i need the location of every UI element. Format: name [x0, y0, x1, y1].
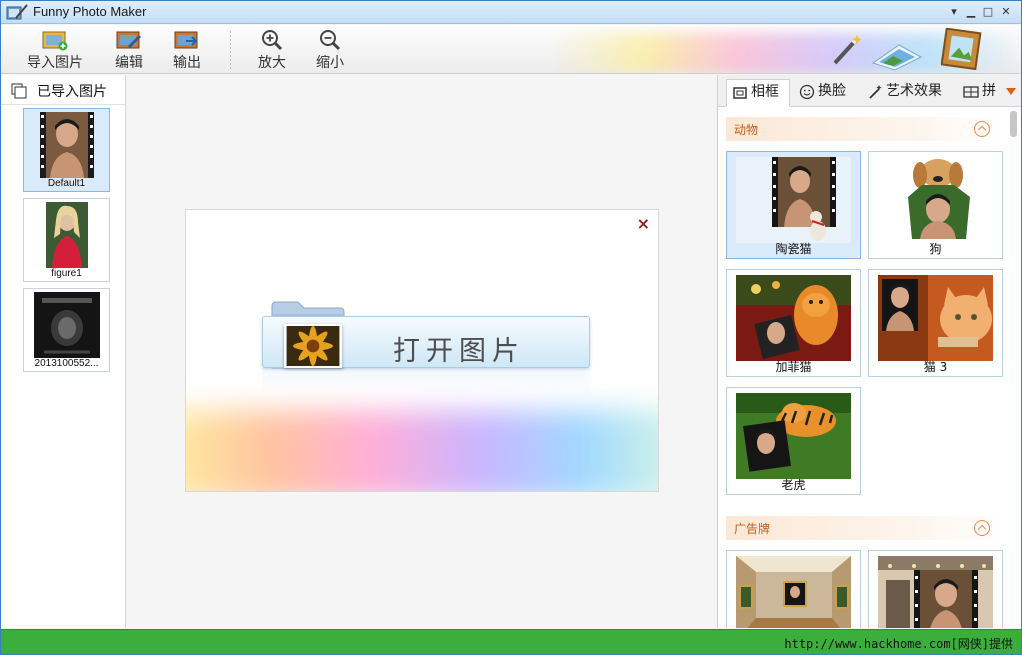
imported-image-item[interactable]: Default1 [23, 108, 110, 192]
tab-collage-label: 拼 [982, 83, 996, 99]
section-header-animals[interactable]: 动物 [726, 117, 1002, 141]
dialog-close-button[interactable]: × [637, 214, 650, 233]
frame-caption: 狗 [929, 242, 942, 256]
export-icon [174, 31, 198, 49]
title-bar[interactable]: Funny Photo Maker ▾ ▁ □ ✕ [1, 1, 1021, 24]
effects-tabs: 相框 换脸 艺术效果 拼 [718, 75, 1021, 107]
filmstrip-frame-preview [736, 157, 851, 243]
tab-collage[interactable]: 拼 [958, 79, 1004, 107]
store-frame-preview [878, 556, 993, 628]
edit-icon [116, 31, 142, 49]
tab-face-swap[interactable]: 换脸 [794, 79, 858, 107]
frame-item[interactable]: 加菲猫 [726, 269, 861, 377]
zoom-out-icon [320, 30, 341, 51]
imported-image-caption: Default1 [47, 178, 86, 189]
zoom-in-button[interactable]: 放大 [252, 29, 292, 73]
imported-image-item[interactable]: figure1 [23, 198, 110, 282]
imported-images-panel: 已导入图片 Default1 figure1 2013100552... [1, 75, 126, 628]
imported-image-caption: 2013100552... [34, 358, 99, 369]
zoom-in-label: 放大 [258, 55, 286, 71]
collapse-toggle-icon[interactable] [974, 121, 990, 137]
dark-poster-thumbnail [34, 292, 100, 358]
open-button-reflection [262, 372, 590, 394]
frame-caption: 老虎 [781, 478, 806, 492]
zoom-in-icon [262, 30, 283, 51]
toolbar-separator [230, 31, 231, 69]
collage-icon [963, 86, 979, 98]
frame-item[interactable]: 陶瓷猫 [726, 151, 861, 259]
open-image-label: 打开图片 [393, 336, 525, 367]
app-window: Funny Photo Maker ▾ ▁ □ ✕ 导入图片 编辑 输出 放大 … [0, 0, 1022, 655]
scrollbar-thumb[interactable] [1010, 111, 1017, 137]
frame-item[interactable] [726, 550, 861, 628]
photo-stack-icon [871, 44, 923, 71]
menu-dropdown-icon[interactable]: ▾ [946, 3, 962, 21]
frame-item[interactable]: 老虎 [726, 387, 861, 495]
tab-art-effects-label: 艺术效果 [886, 83, 942, 99]
frame-caption: 加菲猫 [775, 360, 812, 374]
status-text: http://www.hackhome.com[网侠]提供 [784, 637, 1013, 651]
edit-label: 编辑 [115, 55, 143, 71]
frame-item[interactable] [868, 550, 1003, 628]
zoom-out-button[interactable]: 缩小 [310, 29, 350, 73]
effects-panel: 相框 换脸 艺术效果 拼 动物 陶瓷猫 狗 加菲猫 猫 3 老虎 广告牌 [717, 75, 1021, 628]
section-title: 动物 [734, 123, 759, 137]
tab-frames-label: 相框 [751, 84, 779, 100]
imported-images-title: 已导入图片 [37, 84, 107, 100]
open-image-dialog: × 打开图片 [185, 209, 659, 492]
cat-frame-preview [878, 275, 993, 361]
close-button[interactable]: ✕ [998, 3, 1014, 21]
export-label: 输出 [173, 55, 201, 71]
toolbar: 导入图片 编辑 输出 放大 缩小 [1, 25, 1021, 74]
section-title: 广告牌 [734, 522, 771, 536]
status-bar: http://www.hackhome.com[网侠]提供 [1, 629, 1021, 654]
effects-scrollbar[interactable] [1010, 111, 1017, 626]
tab-face-swap-label: 换脸 [818, 83, 846, 99]
canvas-area: × 打开图片 [127, 75, 716, 628]
magic-wand-icon [869, 85, 882, 99]
flower-photo-icon [284, 324, 342, 368]
import-image-label: 导入图片 [27, 55, 83, 71]
tab-art-effects[interactable]: 艺术效果 [862, 79, 954, 107]
minimize-button[interactable]: ▁ [963, 3, 979, 21]
smiley-icon [799, 84, 815, 100]
maximize-button[interactable]: □ [980, 3, 996, 21]
collapse-toggle-icon[interactable] [974, 520, 990, 536]
dog-frame-preview [878, 157, 993, 243]
window-title: Funny Photo Maker [33, 4, 147, 19]
frame-icon [733, 87, 747, 99]
tiger-frame-preview [736, 393, 851, 479]
frame-item[interactable]: 猫 3 [868, 269, 1003, 377]
picture-frame-icon [941, 28, 982, 70]
import-image-icon [42, 31, 68, 51]
import-image-button[interactable]: 导入图片 [21, 29, 89, 73]
portrait-thumbnail [40, 112, 94, 178]
edit-button[interactable]: 编辑 [109, 29, 149, 73]
gallery-frame-preview [736, 556, 851, 628]
image-list-icon [11, 83, 27, 99]
imported-image-item[interactable]: 2013100552... [23, 288, 110, 372]
magic-wand-icon [833, 35, 862, 65]
imported-image-caption: figure1 [51, 268, 82, 279]
app-logo-icon [6, 4, 28, 20]
frame-caption: 猫 3 [923, 360, 948, 374]
garfield-frame-preview [736, 275, 851, 361]
section-header-billboards[interactable]: 广告牌 [726, 516, 1002, 540]
portrait-thumbnail [46, 202, 88, 268]
dialog-rainbow-decoration [186, 410, 658, 491]
tab-frames[interactable]: 相框 [726, 79, 790, 107]
imported-images-header: 已导入图片 [1, 75, 125, 105]
frame-item[interactable]: 狗 [868, 151, 1003, 259]
export-button[interactable]: 输出 [167, 29, 207, 73]
frame-caption: 陶瓷猫 [775, 242, 812, 256]
zoom-out-label: 缩小 [316, 55, 344, 71]
tabs-more-arrow-icon[interactable] [1006, 88, 1016, 95]
